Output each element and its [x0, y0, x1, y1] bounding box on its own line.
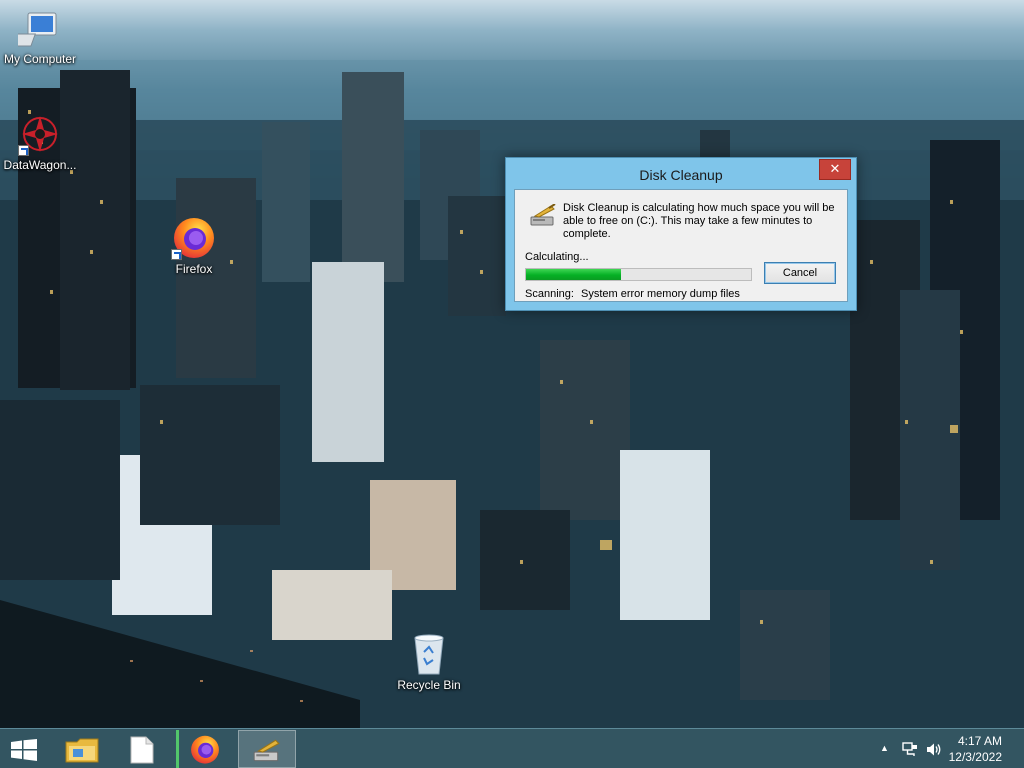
scanning-value: System error memory dump files [581, 288, 740, 300]
scanning-label: Scanning: [525, 288, 574, 300]
status-label: Calculating... [525, 251, 589, 263]
firefox-icon [191, 735, 219, 764]
disk-cleanup-taskbar-button[interactable] [238, 730, 296, 768]
cancel-button[interactable]: Cancel [764, 262, 836, 284]
recycle-bin-icon [411, 632, 447, 676]
clock-time: 4:17 AM [957, 734, 1002, 748]
clock-date: 12/3/2022 [948, 750, 1002, 764]
network-icon[interactable] [902, 742, 918, 757]
desktop-icon-label: My Computer [3, 52, 77, 66]
desktop-icon-recycle-bin[interactable]: Recycle Bin [389, 632, 469, 692]
document-icon [130, 736, 154, 764]
desktop-icon-datawagon[interactable]: DataWagon... [0, 112, 80, 172]
firefox-taskbar-button[interactable] [176, 730, 234, 768]
system-tray: ▲ 4:17 AM 12/3/2022 [864, 729, 1024, 768]
scanning-status: Scanning: System error memory dump files [525, 288, 740, 300]
dialog-message: Disk Cleanup is calculating how much spa… [563, 202, 835, 240]
taskbar: ▲ 4:17 AM 12/3/2022 [0, 728, 1024, 768]
close-button[interactable]: ✕ [819, 159, 851, 180]
disk-cleanup-icon [253, 739, 280, 762]
desktop-icon-label: DataWagon... [3, 158, 77, 172]
show-hidden-icons-button[interactable]: ▲ [880, 743, 889, 753]
datawagon-icon [18, 112, 62, 156]
desktop-icon-label: Firefox [175, 262, 213, 276]
start-button[interactable] [0, 730, 48, 768]
desktop[interactable]: My Computer DataWagon... Firefox Recycle… [0, 0, 1024, 728]
window-title: Disk Cleanup [639, 167, 723, 183]
window-titlebar[interactable]: Disk Cleanup ✕ [506, 158, 856, 189]
window-client-area: Disk Cleanup is calculating how much spa… [514, 189, 848, 302]
desktop-icon-firefox[interactable]: Firefox [154, 214, 234, 276]
folder-icon [65, 738, 99, 763]
volume-icon[interactable] [926, 742, 942, 757]
progress-fill [526, 269, 621, 280]
close-icon: ✕ [829, 161, 841, 176]
shortcut-arrow-icon [18, 145, 29, 156]
city-wallpaper [0, 60, 1024, 728]
shortcut-arrow-icon [171, 249, 182, 260]
file-explorer-button[interactable] [58, 730, 106, 768]
desktop-icon-label: Recycle Bin [397, 678, 461, 692]
blank-document-button[interactable] [118, 730, 166, 768]
firefox-icon [171, 214, 217, 260]
windows-logo-icon [11, 739, 37, 761]
progress-bar [525, 268, 752, 281]
desktop-icon-my-computer[interactable]: My Computer [0, 10, 80, 66]
disk-cleanup-icon [529, 203, 557, 231]
computer-icon [8, 10, 62, 50]
clock[interactable]: 4:17 AM 12/3/2022 [949, 733, 1002, 765]
disk-cleanup-window: Disk Cleanup ✕ Disk Cleanup is calculati… [505, 157, 857, 311]
